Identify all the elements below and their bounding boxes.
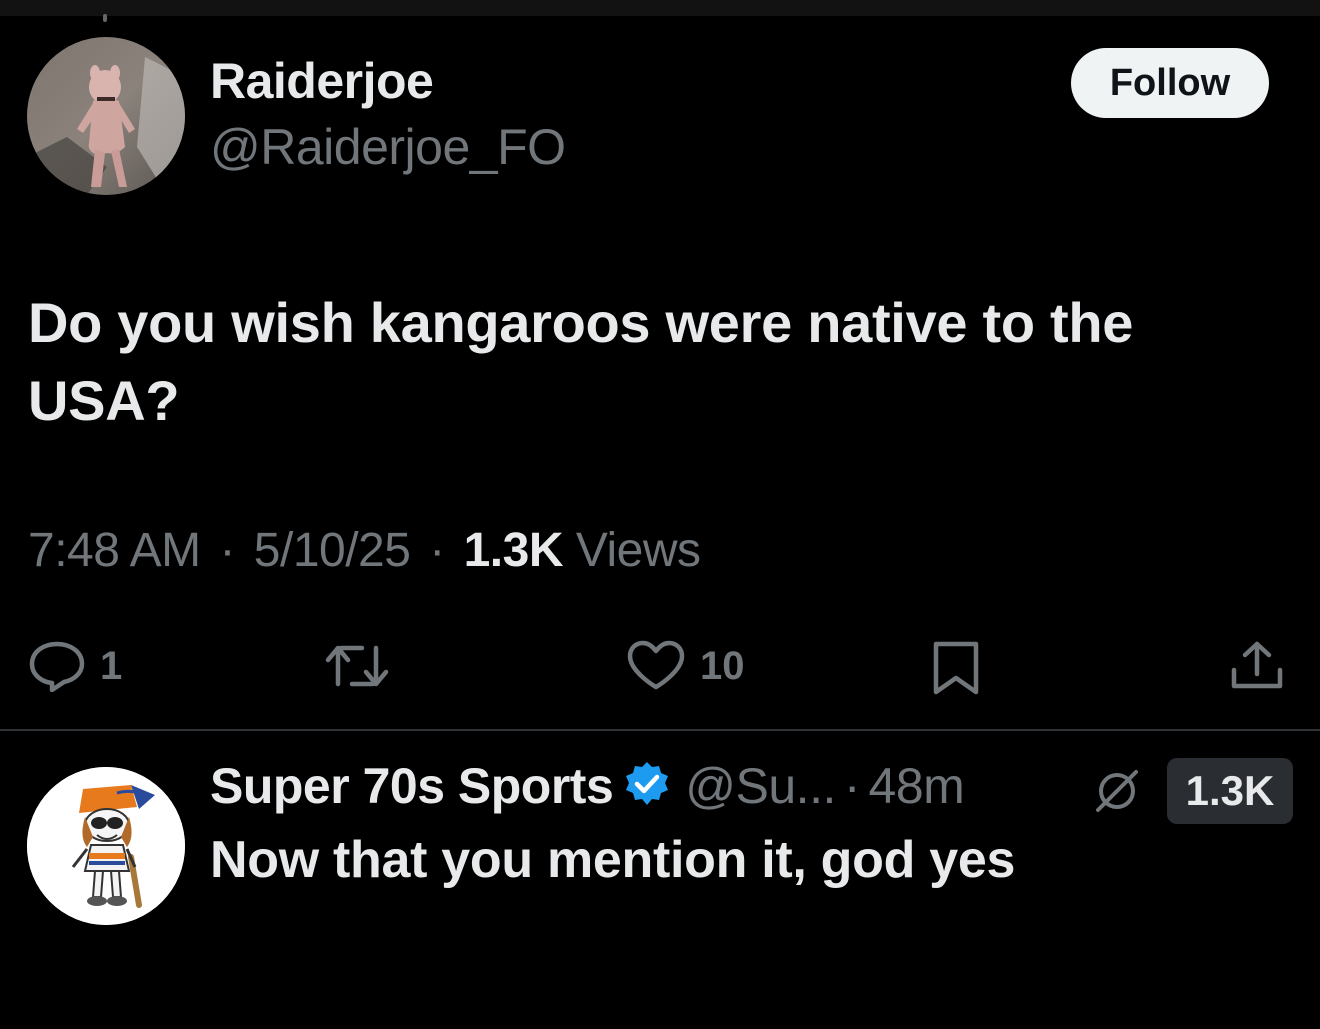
author-handle[interactable]: @Raiderjoe_FO	[210, 118, 566, 176]
reply-author-handle[interactable]: @Su...	[685, 757, 836, 815]
views-label: Views	[575, 524, 701, 577]
reply-button[interactable]: 1	[28, 640, 122, 692]
grok-icon[interactable]	[1094, 768, 1140, 819]
divider	[0, 729, 1320, 731]
super-70s-sports-logo	[27, 767, 185, 925]
reply-count: 1	[100, 643, 123, 688]
share-button[interactable]	[1230, 640, 1284, 692]
tweet-detail-page: Raiderjoe @Raiderjoe_FO Follow Do you wi…	[0, 0, 1320, 1029]
reply-views-badge[interactable]: 1.3K	[1167, 758, 1293, 824]
tweet-text: Do you wish kangaroos were native to the…	[28, 291, 1134, 432]
bookmark-button[interactable]	[932, 640, 980, 696]
reply-author-avatar[interactable]	[27, 767, 185, 925]
like-count: 10	[700, 643, 745, 688]
reply-author-name[interactable]: Super 70s Sports	[210, 757, 614, 815]
meta-separator: ·	[429, 524, 445, 577]
reply-separator: ·	[843, 758, 861, 814]
tweet-time[interactable]: 7:48 AM	[28, 524, 201, 577]
views-count: 1.3K	[463, 524, 564, 577]
meta-separator: ·	[219, 524, 235, 577]
reply-header: Super 70s Sports @Su... · 48m	[210, 757, 965, 815]
retweet-button[interactable]	[324, 640, 404, 692]
author-display-name[interactable]: Raiderjoe	[210, 52, 434, 110]
tweet-date[interactable]: 5/10/25	[254, 524, 411, 577]
top-strip	[0, 0, 1320, 22]
reply-time[interactable]: 48m	[869, 757, 965, 815]
reply-text: Now that you mention it, god yes	[210, 831, 1016, 889]
verified-badge-icon	[623, 760, 671, 813]
reply-icon	[29, 641, 85, 692]
retweet-icon	[325, 645, 389, 687]
heart-icon	[627, 640, 685, 690]
like-button[interactable]: 10	[626, 640, 745, 692]
avatar-photo	[27, 37, 185, 195]
tweet-meta: 7:48 AM · 5/10/25 · 1.3K Views	[28, 523, 701, 578]
bookmark-icon	[933, 641, 979, 695]
share-icon	[1231, 641, 1283, 689]
author-avatar[interactable]	[27, 37, 185, 195]
follow-button[interactable]: Follow	[1071, 48, 1269, 118]
